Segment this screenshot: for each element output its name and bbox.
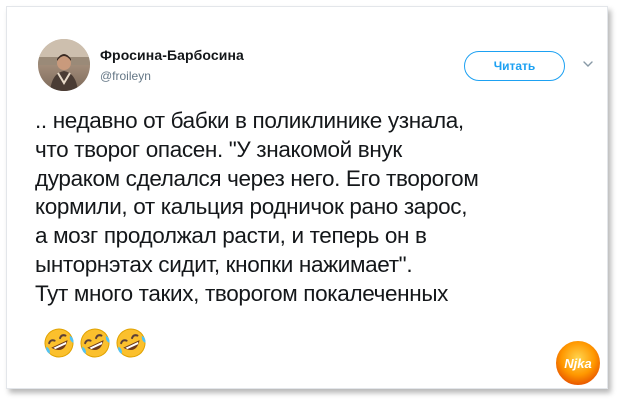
tweet-line: .. недавно от бабки в поликлинике узнала…	[35, 108, 464, 133]
tweet-text: .. недавно от бабки в поликлинике узнала…	[35, 107, 595, 309]
tweet-line: кормили, от кальция родничок рано зарос,	[35, 194, 468, 220]
tweet-line: дураком сделался через него. Его творого…	[35, 165, 479, 191]
follow-button[interactable]: Читать	[464, 51, 565, 81]
avatar[interactable]	[38, 39, 90, 91]
author-handle[interactable]: @froileyn	[100, 69, 151, 83]
tweet-line: ынторнэтах сидит, кнопки нажимает".	[35, 251, 413, 277]
tweet-card: Фросина-Барбосина @froileyn Читать .. не…	[6, 6, 608, 389]
rolling-laughing-emoji-icon	[79, 327, 111, 359]
author-name[interactable]: Фросина-Барбосина	[100, 47, 244, 63]
watermark-text: Njka	[564, 356, 591, 371]
tweet-line: а мозг продолжал расти, и теперь он в	[35, 223, 427, 249]
tweet-line: Тут много таких, творогом покалеченных	[35, 280, 449, 306]
rolling-laughing-emoji-icon	[115, 327, 147, 359]
tweet-line: что творог опасен. "У знакомой внук	[35, 136, 402, 162]
rolling-laughing-emoji-icon	[43, 327, 75, 359]
watermark-logo: Njka	[553, 338, 603, 388]
chevron-down-icon[interactable]	[581, 57, 595, 71]
emoji-row	[43, 327, 147, 359]
